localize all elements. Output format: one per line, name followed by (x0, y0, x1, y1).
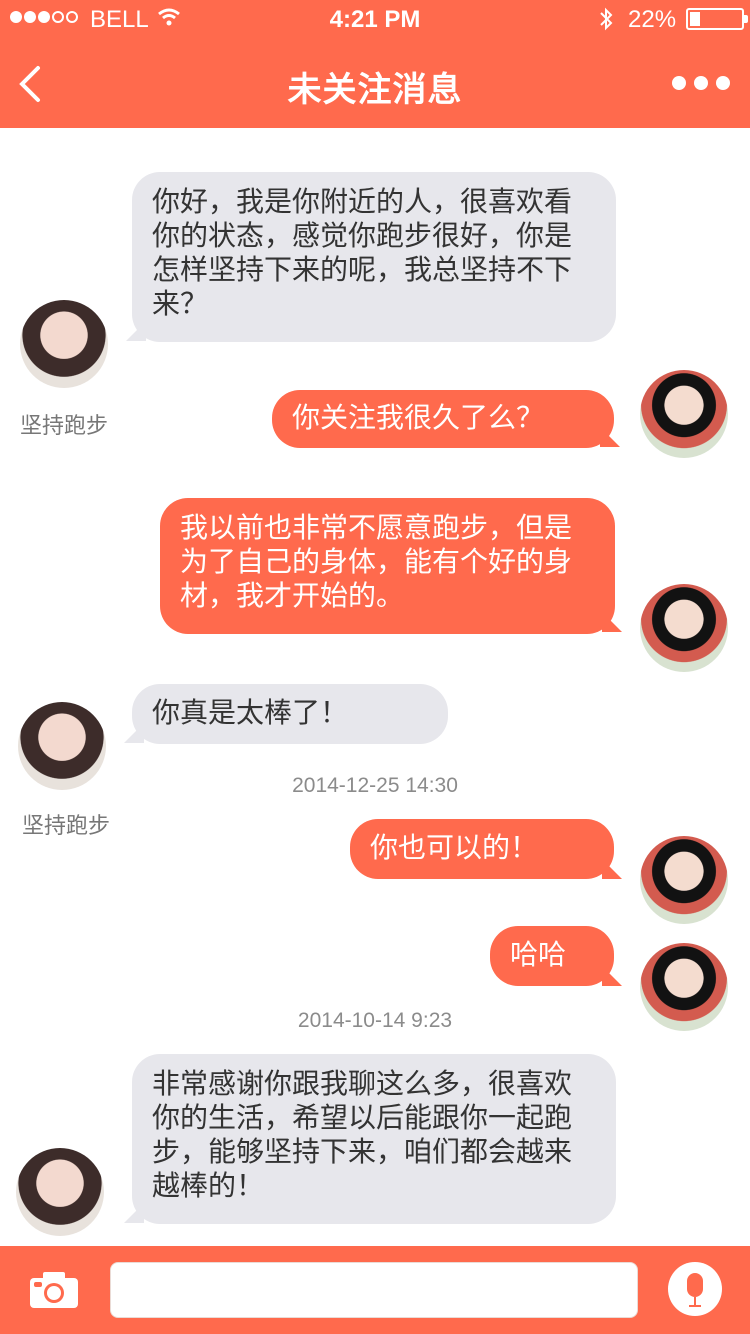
microphone-base (689, 1305, 701, 1307)
more-button[interactable] (672, 74, 732, 92)
outgoing-message-bubble[interactable]: 你关注我很久了么？ (272, 390, 614, 448)
message-text: 你也可以的！ (370, 831, 539, 864)
message-text: 你真是太棒了！ (152, 696, 349, 729)
sender-avatar[interactable] (16, 1148, 104, 1236)
page-title: 未关注消息 (287, 70, 463, 110)
user-avatar[interactable] (640, 584, 728, 672)
message-text: 你关注我很久了么？ (292, 401, 545, 434)
more-dot-icon (716, 76, 730, 90)
sender-name: 坚持跑步 (22, 813, 111, 838)
message-text: 你好，我是你附近的人，很喜欢看你的状态，感觉你跑步很好，你是怎样坚持下来的呢，我… (152, 185, 573, 320)
incoming-message-bubble[interactable]: 你真是太棒了！ (132, 684, 448, 744)
message-text: 我以前也非常不愿意跑步，但是为了自己的身体，能有个好的身材，我才开始的。 (180, 511, 573, 612)
message-text: 哈哈 (510, 938, 567, 971)
microphone-stand (694, 1297, 696, 1305)
user-avatar[interactable] (640, 836, 728, 924)
sender-avatar[interactable] (20, 300, 108, 388)
outgoing-message-bubble[interactable]: 你也可以的！ (350, 819, 614, 879)
outgoing-message-bubble[interactable]: 我以前也非常不愿意跑步，但是为了自己的身体，能有个好的身材，我才开始的。 (160, 498, 615, 634)
microphone-icon (687, 1273, 703, 1297)
incoming-message-bubble[interactable]: 非常感谢你跟我聊这么多，很喜欢你的生活，希望以后能跟你一起跑步，能够坚持下来，咱… (132, 1054, 616, 1224)
voice-input-button[interactable] (668, 1262, 722, 1316)
message-text: 非常感谢你跟我聊这么多，很喜欢你的生活，希望以后能跟你一起跑步，能够坚持下来，咱… (152, 1067, 573, 1202)
outgoing-message-bubble[interactable]: 哈哈 (490, 926, 614, 986)
more-dot-icon (672, 76, 686, 90)
battery-icon (686, 8, 748, 30)
user-avatar[interactable] (640, 370, 728, 458)
status-bar: BELL 4:21 PM 22% (0, 0, 750, 40)
timestamp: 2014-12-25 14:30 (292, 774, 458, 797)
more-dot-icon (694, 76, 708, 90)
app-header: BELL 4:21 PM 22% 未关注消息 (0, 0, 750, 128)
battery-percentage: 22% (628, 6, 677, 33)
timestamp: 2014-10-14 9:23 (297, 1009, 453, 1032)
camera-button[interactable] (28, 1270, 80, 1310)
message-input-bar (0, 1246, 750, 1334)
sender-name: 坚持跑步 (20, 413, 109, 438)
message-input[interactable] (110, 1262, 638, 1318)
incoming-message-bubble[interactable]: 你好，我是你附近的人，很喜欢看你的状态，感觉你跑步很好，你是怎样坚持下来的呢，我… (132, 172, 616, 342)
bluetooth-icon (600, 7, 613, 31)
